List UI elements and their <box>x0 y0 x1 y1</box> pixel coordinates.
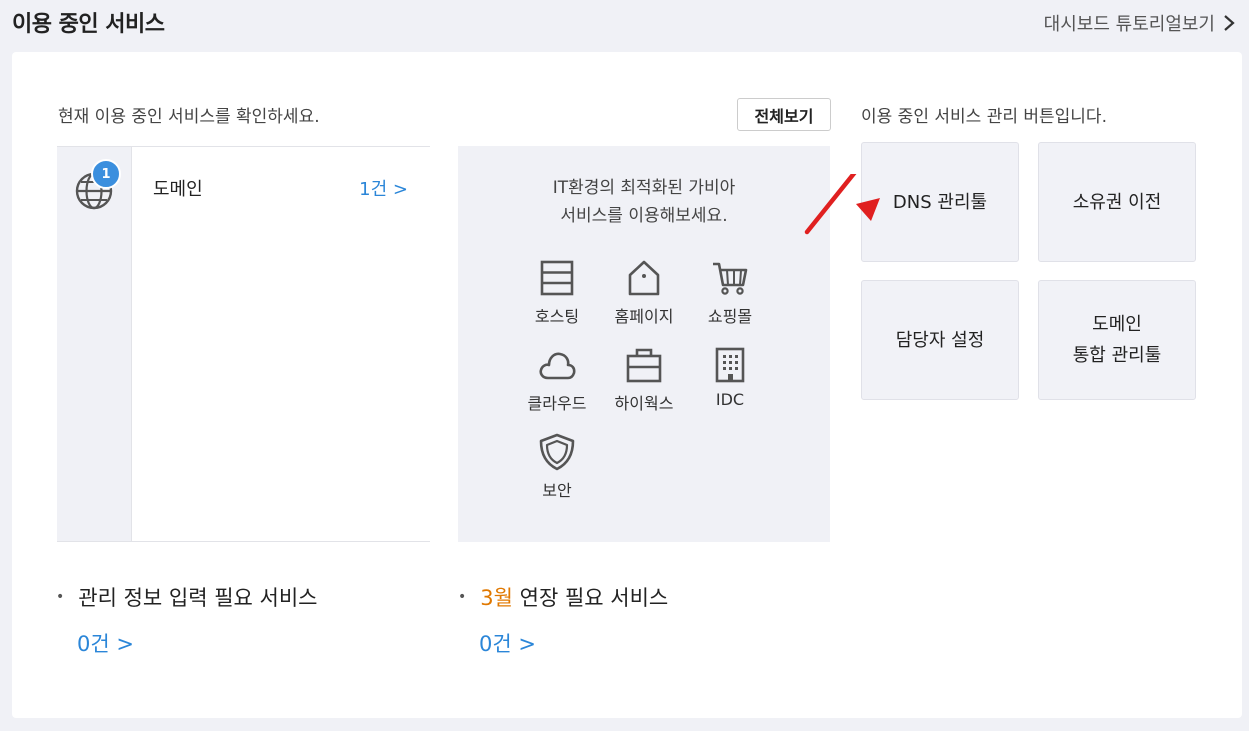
red-arrow-annotation <box>804 174 880 235</box>
current-services-description: 현재 이용 중인 서비스를 확인하세요. <box>58 107 320 127</box>
promo-homepage[interactable]: 홈페이지 <box>604 259 684 327</box>
page-title: 이용 중인 서비스 <box>12 12 165 37</box>
shield-icon <box>539 433 575 471</box>
promo-line-2: 서비스를 이용해보세요. <box>560 206 728 226</box>
promo-label-hiworks: 하이웍스 <box>614 394 674 413</box>
domain-tool-line-2: 통합 관리툴 <box>1072 345 1162 366</box>
cart-icon <box>713 262 748 295</box>
promo-security[interactable]: 보안 <box>517 433 597 501</box>
hosting-icon <box>540 260 574 296</box>
bullet: • <box>458 589 467 605</box>
management-description: 이용 중인 서비스 관리 버튼입니다. <box>861 107 1107 127</box>
domain-integrated-tool-button[interactable]: 도메인 통합 관리툴 <box>1038 280 1196 400</box>
renewal-required-title: 연장 필요 서비스 <box>512 586 669 610</box>
renewal-required-count-link[interactable]: 0건 > <box>479 628 668 658</box>
ownership-transfer-button[interactable]: 소유권 이전 <box>1038 142 1196 262</box>
view-all-button[interactable]: 전체보기 <box>737 98 831 131</box>
service-name-domain: 도메인 <box>153 179 203 200</box>
dns-management-button[interactable]: DNS 관리툴 <box>861 142 1019 262</box>
promo-label-shopping-mall: 쇼핑몰 <box>707 307 753 326</box>
promo-hiworks[interactable]: 하이웍스 <box>604 346 684 414</box>
info-required-section: • 관리 정보 입력 필요 서비스 0건 > <box>56 582 318 658</box>
promo-cloud[interactable]: 클라우드 <box>517 346 597 414</box>
promo-line-1: IT환경의 최적화된 가비아 <box>552 178 736 198</box>
service-list-panel: 1 도메인 1건 > <box>57 146 430 542</box>
home-icon <box>628 260 660 296</box>
tutorial-link-label: 대시보드 튜토리얼보기 <box>1043 14 1215 35</box>
service-promo-panel: IT환경의 최적화된 가비아 서비스를 이용해보세요. 호스팅 홈페이지 쇼핑몰… <box>458 146 830 542</box>
domain-tool-line-1: 도메인 <box>1092 314 1142 335</box>
renewal-month: 3월 <box>480 586 513 610</box>
service-count-badge: 1 <box>91 159 121 189</box>
promo-text: IT환경의 최적화된 가비아 서비스를 이용해보세요. <box>458 174 830 230</box>
promo-label-hosting: 호스팅 <box>534 307 580 326</box>
promo-shopping-mall[interactable]: 쇼핑몰 <box>690 259 770 327</box>
info-required-count-link[interactable]: 0건 > <box>77 628 318 658</box>
promo-hosting[interactable]: 호스팅 <box>517 259 597 327</box>
service-count-link[interactable]: 1건 > <box>359 175 408 201</box>
contact-settings-button[interactable]: 담당자 설정 <box>861 280 1019 400</box>
promo-label-homepage: 홈페이지 <box>614 307 674 326</box>
promo-label-idc: IDC <box>715 390 745 409</box>
service-tab-domain[interactable]: 1 <box>57 147 132 541</box>
cloud-icon <box>539 352 576 380</box>
building-icon <box>715 347 745 383</box>
promo-label-cloud: 클라우드 <box>527 394 587 413</box>
briefcase-icon <box>626 348 662 383</box>
service-card: 현재 이용 중인 서비스를 확인하세요. 전체보기 이용 중인 서비스 관리 버… <box>12 52 1242 718</box>
info-required-title: 관리 정보 입력 필요 서비스 <box>78 586 318 610</box>
promo-label-security: 보안 <box>542 481 572 500</box>
chevron-right-icon <box>1224 15 1235 31</box>
dashboard-tutorial-link[interactable]: 대시보드 튜토리얼보기 <box>1044 10 1235 36</box>
bullet: • <box>56 589 65 605</box>
promo-idc[interactable]: IDC <box>690 346 770 409</box>
renewal-required-section: • 3월 연장 필요 서비스 0건 > <box>458 582 668 658</box>
